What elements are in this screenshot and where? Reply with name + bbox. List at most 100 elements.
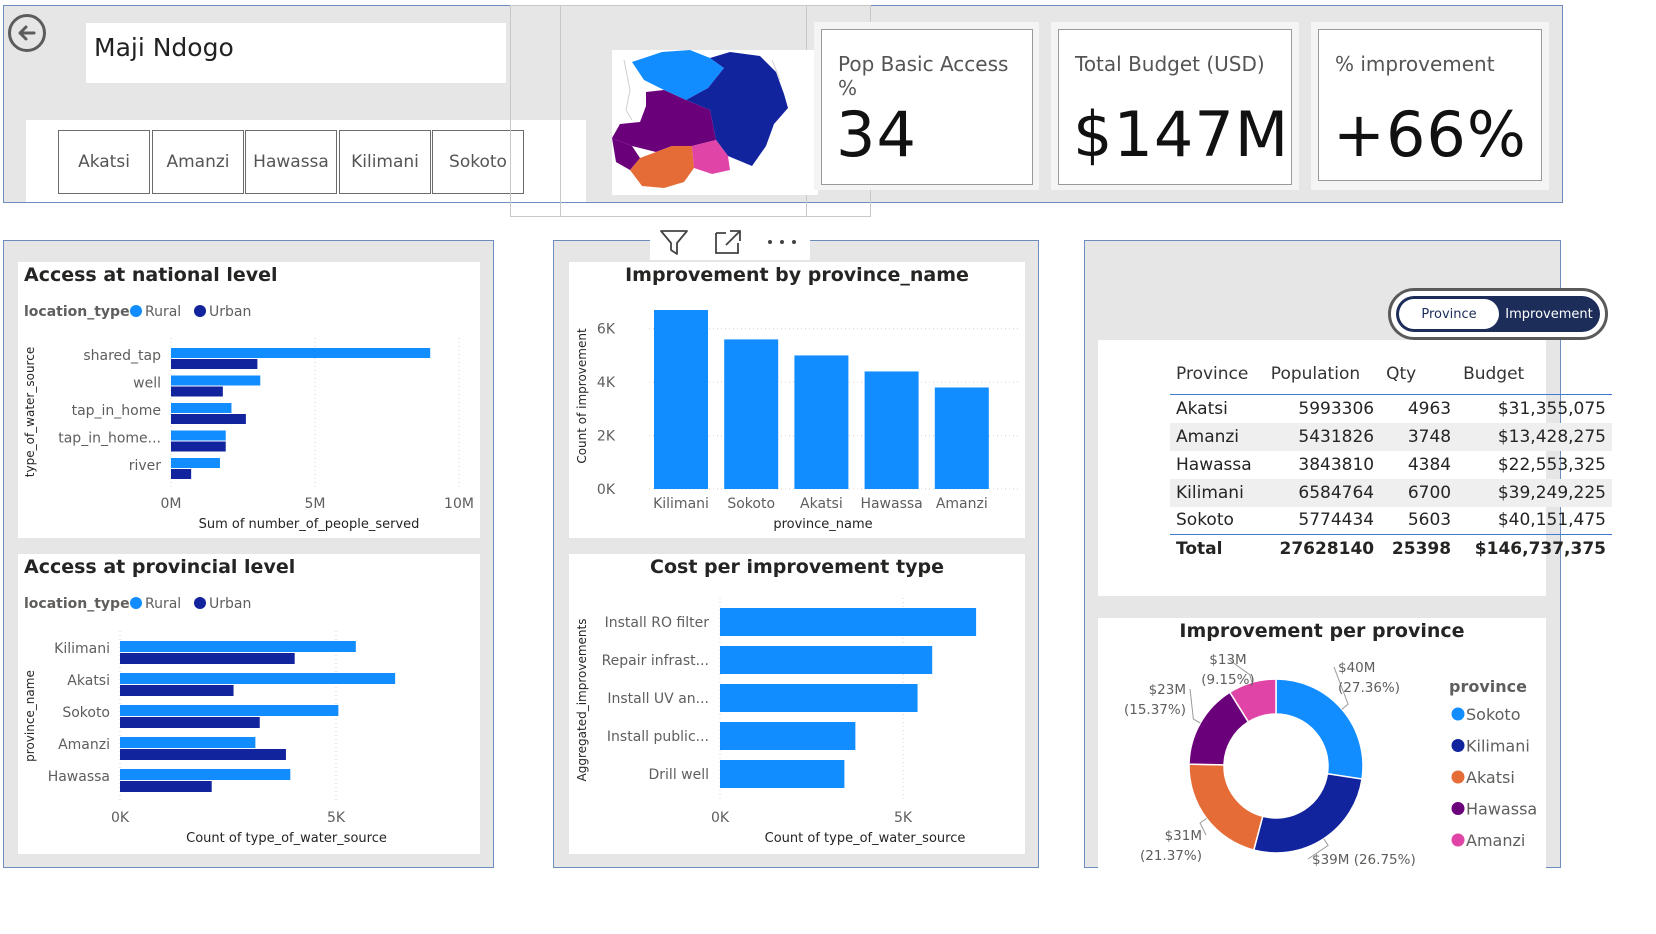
y-tick-label: 6K	[597, 322, 616, 338]
data-label: $40M	[1338, 660, 1375, 676]
table-cell: $39,249,225	[1457, 478, 1612, 507]
table-row[interactable]: Akatsi 5993306 4963 $31,355,075	[1170, 395, 1612, 423]
national-chart: Access at national level location_type Rur…	[23, 264, 474, 532]
legend-marker	[194, 597, 206, 609]
table-cell: Akatsi	[1176, 398, 1228, 419]
slicer-akatsi[interactable]: Akatsi	[58, 130, 150, 194]
slicer-kilimani[interactable]: Kilimani	[339, 130, 431, 194]
map-region-akatsi	[630, 146, 694, 188]
y-tick-label: Install public...	[607, 729, 709, 745]
toggle-option-province[interactable]: Province	[1399, 299, 1499, 329]
page-title: Maji Ndogo	[94, 33, 234, 62]
table-cell: 6700	[1380, 478, 1458, 507]
table-row[interactable]: Amanzi 5431826 3748 $13,428,275	[1170, 422, 1612, 451]
title-card: Maji Ndogo	[86, 23, 506, 83]
data-label: $39M (26.75%)	[1312, 852, 1416, 868]
legend-label: Hawassa	[1466, 800, 1537, 819]
bar-urban	[171, 359, 258, 369]
data-label-pct: (21.37%)	[1140, 848, 1202, 864]
legend-marker	[1451, 833, 1465, 847]
bar	[934, 387, 989, 489]
chart-title: Improvement by province_name	[625, 264, 969, 286]
bar-rural	[120, 673, 396, 684]
y-tick-label: tap_in_home...	[58, 431, 161, 447]
table-cell: Sokoto	[1176, 510, 1234, 531]
legend-title: location_type	[24, 596, 130, 612]
table-cell: 4384	[1407, 454, 1452, 475]
bar-rural	[171, 403, 232, 413]
bar-rural	[120, 769, 291, 780]
national-chart-card[interactable]: Access at national level location_type Rur…	[18, 262, 480, 538]
donut-chart-card[interactable]: Improvement per province $40M (27.36%) $39M…	[1098, 618, 1546, 868]
table-header[interactable]: Province	[1170, 358, 1265, 395]
y-tick-label: shared_tap	[83, 348, 161, 364]
cost-chart-card[interactable]: Cost per improvement type 0K 5K Install RO …	[569, 554, 1025, 854]
bar	[720, 722, 856, 750]
improvement-chart-card[interactable]: Improvement by province_name 0K 2K 4K 6K Kili…	[569, 262, 1025, 538]
x-tick-label: 5K	[894, 810, 913, 826]
province-improvement-toggle[interactable]: Province Improvement	[1388, 288, 1608, 340]
x-tick-label: Kilimani	[653, 496, 709, 512]
legend-label: Amanzi	[1466, 831, 1525, 850]
table-header[interactable]: Budget	[1457, 358, 1612, 395]
bar	[794, 355, 849, 489]
legend-label: Kilimani	[1466, 737, 1530, 756]
y-tick-label: 2K	[597, 429, 616, 445]
table-cell: $13,428,275	[1457, 422, 1612, 451]
x-tick-label: 5M	[305, 496, 326, 512]
data-label: $31M	[1165, 828, 1202, 844]
x-axis-label: Count of type_of_water_source	[186, 831, 387, 846]
y-tick-label: tap_in_home	[72, 403, 161, 419]
table-cell: $40,151,475	[1497, 510, 1606, 531]
legend-marker	[1451, 770, 1465, 784]
data-label-pct: (9.15%)	[1201, 672, 1254, 688]
table-row[interactable]: Kilimani 6584764 6700 $39,249,225	[1170, 478, 1612, 507]
table-cell: 5993306	[1298, 398, 1375, 419]
y-tick-label: Hawassa	[48, 769, 110, 785]
data-label-pct: (15.37%)	[1124, 702, 1186, 718]
kpi-card-improvement: % improvement +66%	[1318, 29, 1542, 181]
slicer-amanzi[interactable]: Amanzi	[152, 130, 244, 194]
bar-urban	[120, 685, 234, 696]
kpi-value: $147M	[1073, 98, 1290, 171]
kpi-value: +66%	[1333, 98, 1527, 171]
bar	[654, 310, 708, 489]
kpi-label: Pop Basic Access %	[838, 52, 1009, 100]
table-row[interactable]: Hawassa 3843810 4384 $22,553,325	[1170, 451, 1612, 479]
table-cell: $146,737,375	[1457, 534, 1612, 563]
bar-rural	[171, 430, 226, 441]
chart-title: Access at provincial level	[24, 556, 295, 578]
province-map[interactable]	[612, 50, 818, 195]
legend-label: Rural	[145, 304, 181, 320]
filter-icon[interactable]	[658, 227, 690, 257]
bar-urban	[171, 441, 226, 452]
y-tick-label: Kilimani	[54, 641, 110, 657]
back-arrow-icon[interactable]	[8, 14, 46, 52]
table-cell: Total	[1170, 534, 1265, 563]
bar-rural	[171, 458, 220, 468]
bar	[720, 646, 933, 674]
table-header[interactable]: Population	[1264, 358, 1381, 395]
bar-urban	[120, 781, 212, 792]
x-axis-label: Sum of number_of_people_served	[199, 517, 420, 532]
y-axis-label: Aggregated_improvements	[575, 619, 589, 782]
province-table[interactable]: Province Population Qty Budget Akatsi 59…	[1170, 358, 1612, 563]
provincial-chart-card[interactable]: Access at provincial level location_type R…	[18, 554, 480, 854]
provincial-chart: Access at provincial level location_type R…	[23, 556, 396, 846]
slicer-hawassa[interactable]: Hawassa	[245, 130, 337, 194]
table-header[interactable]: Qty	[1380, 358, 1458, 395]
x-tick-label: Hawassa	[860, 496, 922, 512]
bar-rural	[120, 737, 256, 748]
table-row[interactable]: Sokoto 5774434 5603 $40,151,475	[1170, 507, 1612, 535]
y-tick-label: Repair infrast...	[602, 653, 709, 669]
x-tick-label: Akatsi	[800, 496, 843, 512]
y-tick-label: river	[129, 458, 162, 474]
toggle-option-improvement[interactable]: Improvement	[1500, 299, 1598, 329]
map-selection-line	[560, 5, 561, 217]
y-axis-label: province_name	[23, 670, 37, 762]
y-tick-label: Drill well	[649, 767, 710, 783]
data-label-pct: (27.36%)	[1338, 680, 1400, 696]
focus-mode-icon[interactable]	[712, 227, 744, 257]
table-cell: 27628140	[1264, 534, 1381, 563]
more-options-icon[interactable]	[762, 227, 802, 257]
